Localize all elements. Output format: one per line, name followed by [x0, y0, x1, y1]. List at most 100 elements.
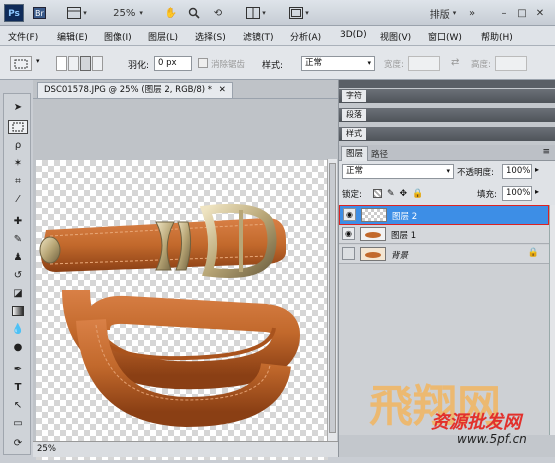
- lasso-tool-icon[interactable]: ρ: [8, 138, 28, 152]
- shape-tool-icon[interactable]: ▭: [8, 416, 28, 430]
- character-panel-tab[interactable]: 字符: [342, 90, 366, 102]
- fill-input[interactable]: 100%: [502, 186, 532, 201]
- blend-mode-dropdown[interactable]: 正常 ▾: [342, 164, 454, 179]
- chevron-down-icon[interactable]: ▾: [36, 57, 40, 65]
- blend-mode-value: 正常: [346, 166, 364, 176]
- paragraph-panel-tab[interactable]: 段落: [342, 109, 366, 121]
- visibility-eye-icon[interactable]: ◉: [343, 208, 356, 221]
- menu-image[interactable]: 图像(I): [104, 30, 132, 43]
- swap-icon[interactable]: ⇄: [451, 57, 459, 68]
- width-input[interactable]: [408, 56, 440, 71]
- styles-panel-header[interactable]: 样式: [339, 127, 555, 141]
- layer-name[interactable]: 图层 1: [391, 229, 416, 241]
- type-tool-icon[interactable]: T: [8, 380, 28, 394]
- menu-layer[interactable]: 图层(L): [148, 30, 178, 43]
- menu-edit[interactable]: 编辑(E): [57, 30, 88, 43]
- lock-all-icon[interactable]: 🔒: [412, 189, 423, 199]
- zoom-status[interactable]: 25%: [37, 444, 56, 454]
- menu-filter[interactable]: 滤镜(T): [243, 30, 274, 43]
- move-tool-icon[interactable]: ➤: [8, 100, 28, 114]
- layer-row[interactable]: ◉ 图层 1: [339, 225, 549, 244]
- path-selection-tool-icon[interactable]: ↖: [8, 398, 28, 412]
- clone-stamp-tool-icon[interactable]: ♟: [8, 250, 28, 264]
- antialias-label: 消除锯齿: [211, 60, 246, 70]
- visibility-off-icon[interactable]: [342, 247, 355, 260]
- status-bar: 25%: [33, 441, 338, 457]
- scroll-thumb[interactable]: [329, 163, 336, 433]
- lock-transparency-icon[interactable]: [373, 189, 382, 198]
- marquee-tool-icon[interactable]: [8, 120, 28, 134]
- workspace-more-icon[interactable]: »: [466, 6, 478, 20]
- close-icon[interactable]: ✕: [533, 6, 547, 20]
- menu-view[interactable]: 视图(V): [380, 30, 411, 43]
- paragraph-panel-header[interactable]: 段落: [339, 108, 555, 122]
- menu-analysis[interactable]: 分析(A): [290, 30, 321, 43]
- workspace-switcher[interactable]: 排版 ▾: [425, 6, 461, 21]
- lock-pixels-icon[interactable]: ✎: [387, 189, 395, 199]
- pen-tool-icon[interactable]: ✒: [8, 362, 28, 376]
- menu-file[interactable]: 文件(F): [8, 30, 38, 43]
- application-bar: Ps Br ▾ 25% ▾ ✋ ⟲ ▾ ▾ 排版 ▾ » – □ ✕: [0, 0, 555, 26]
- feather-input[interactable]: 0 px: [154, 56, 192, 71]
- antialias-checkbox[interactable]: [198, 58, 208, 68]
- minimize-icon[interactable]: –: [497, 6, 511, 20]
- add-to-selection-icon[interactable]: [68, 56, 79, 71]
- image-canvas[interactable]: [36, 160, 328, 460]
- history-brush-tool-icon[interactable]: ↺: [8, 268, 28, 282]
- panel-menu-icon[interactable]: ≡: [542, 147, 550, 157]
- zoom-tool-icon[interactable]: [186, 6, 202, 20]
- tab-layers[interactable]: 图层: [341, 146, 369, 161]
- menu-help[interactable]: 帮助(H): [481, 30, 513, 43]
- vertical-scrollbar[interactable]: [327, 159, 337, 441]
- style-dropdown[interactable]: 正常 ▾: [301, 56, 375, 71]
- brush-tool-icon[interactable]: ✎: [8, 232, 28, 246]
- hand-tool-icon[interactable]: ✋: [163, 6, 179, 20]
- fill-label: 填充:: [477, 190, 497, 200]
- layer-name[interactable]: 背景: [391, 249, 408, 261]
- visibility-eye-icon[interactable]: ◉: [342, 227, 355, 240]
- panel-dock-header: [339, 80, 555, 88]
- menu-3d[interactable]: 3D(D): [340, 30, 367, 40]
- character-panel-header[interactable]: 字符: [339, 89, 555, 103]
- tool-preset-picker[interactable]: [10, 56, 32, 71]
- intersect-selection-icon[interactable]: [92, 56, 103, 71]
- arrange-documents-icon[interactable]: ▾: [243, 6, 269, 20]
- zoom-level-dropdown[interactable]: 25% ▾: [108, 6, 148, 20]
- layer-name[interactable]: 图层 2: [392, 210, 417, 222]
- height-input[interactable]: [495, 56, 527, 71]
- crop-tool-icon[interactable]: ⌗: [8, 174, 28, 188]
- screen-mode-icon[interactable]: ▾: [286, 6, 312, 20]
- magic-wand-tool-icon[interactable]: ✶: [8, 156, 28, 170]
- close-tab-icon[interactable]: ✕: [219, 85, 226, 95]
- menu-window[interactable]: 窗口(W): [428, 30, 462, 43]
- layer-row-selected[interactable]: ◉ 图层 2: [339, 205, 549, 225]
- layer-thumbnail: [361, 208, 387, 222]
- view-extras-icon[interactable]: ▾: [66, 6, 88, 20]
- fill-slider-arrow[interactable]: ▸: [535, 187, 539, 196]
- rotate-view-icon[interactable]: ⟲: [210, 6, 226, 20]
- svg-text:Br: Br: [35, 9, 44, 18]
- tab-paths[interactable]: 路径: [371, 148, 388, 160]
- maximize-icon[interactable]: □: [515, 6, 529, 20]
- selection-mode-group: [56, 56, 104, 71]
- document-tab[interactable]: DSC01578.JPG @ 25% (图层 2, RGB/8) * ✕: [37, 82, 233, 98]
- new-selection-icon[interactable]: [56, 56, 67, 71]
- styles-panel-tab[interactable]: 样式: [342, 128, 366, 140]
- blur-tool-icon[interactable]: 💧: [8, 322, 28, 336]
- layers-controls: 正常 ▾ 不透明度: 100% ▸ 锁定: ✎ ✥ 🔒 填充: 100% ▸: [339, 161, 555, 205]
- watermark-url: www.5pf.cn: [457, 432, 527, 446]
- gradient-tool-icon[interactable]: [8, 304, 28, 318]
- healing-brush-tool-icon[interactable]: ✚: [8, 214, 28, 228]
- lock-icon: 🔒: [527, 248, 539, 258]
- subtract-selection-icon[interactable]: [80, 56, 91, 71]
- menu-select[interactable]: 选择(S): [195, 30, 226, 43]
- eyedropper-tool-icon[interactable]: ⁄: [8, 192, 28, 206]
- opacity-slider-arrow[interactable]: ▸: [535, 165, 539, 174]
- bridge-icon[interactable]: Br: [30, 6, 48, 20]
- opacity-input[interactable]: 100%: [502, 164, 532, 179]
- layer-row[interactable]: 背景 🔒: [339, 245, 549, 264]
- dodge-tool-icon[interactable]: ●: [8, 340, 28, 354]
- 3d-rotate-tool-icon[interactable]: ⟳: [8, 436, 28, 450]
- lock-position-icon[interactable]: ✥: [400, 189, 408, 199]
- eraser-tool-icon[interactable]: ◪: [8, 286, 28, 300]
